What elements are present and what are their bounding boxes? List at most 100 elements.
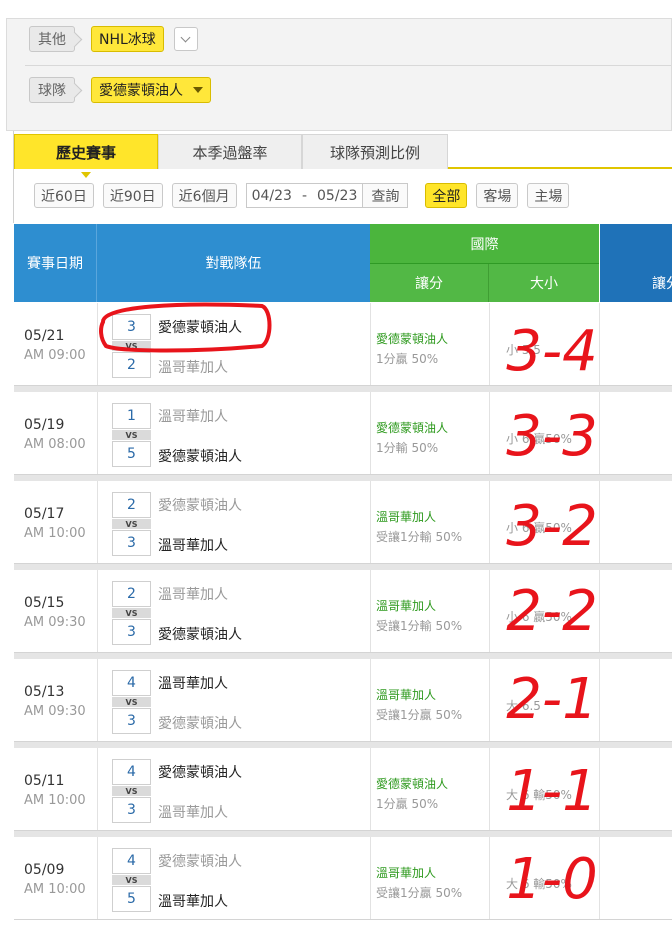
- divider: [97, 481, 98, 563]
- team-select[interactable]: 愛德蒙頓油人: [91, 77, 211, 103]
- divider: [370, 481, 371, 563]
- top-team-link[interactable]: 溫哥華加人: [158, 584, 228, 604]
- tab-team-prediction[interactable]: 球隊預測比例: [302, 134, 448, 169]
- divider: [599, 659, 600, 741]
- handicap-team: 愛德蒙頓油人: [376, 421, 449, 435]
- date-separator: -: [301, 187, 307, 204]
- filter-away-button[interactable]: 客場: [476, 183, 519, 208]
- bottom-score: 3: [112, 619, 151, 645]
- vs-label: VS: [112, 608, 151, 618]
- last-90-days-button[interactable]: 近90日: [102, 183, 163, 208]
- over-under-result: 大 6 輸50%: [506, 788, 572, 802]
- divider: [489, 481, 490, 563]
- match-row[interactable]: 05/15 AM 09:30 2 VS 3 溫哥華加人 愛德蒙頓油人 溫哥華加人 受讓1分輸 5…: [14, 570, 672, 653]
- bottom-team-link[interactable]: 溫哥華加人: [158, 802, 228, 822]
- divider: [97, 303, 98, 385]
- match-date: 05/11: [24, 773, 65, 789]
- filter-all-button[interactable]: 全部: [425, 183, 468, 208]
- filter-row-category: 其他 NHL冰球: [29, 26, 198, 52]
- bottom-score: 5: [112, 441, 151, 467]
- bottom-team-link[interactable]: 溫哥華加人: [158, 357, 228, 377]
- header-international: 國際: [370, 224, 599, 264]
- filter-row-team: 球隊 愛德蒙頓油人: [29, 77, 211, 103]
- divider: [97, 748, 98, 830]
- tab-season-cover-rate[interactable]: 本季過盤率: [158, 134, 302, 169]
- divider: [489, 392, 490, 474]
- divider: [489, 748, 490, 830]
- header-over-under: 大小: [489, 264, 599, 302]
- bottom-team-link[interactable]: 溫哥華加人: [158, 535, 228, 555]
- header-handicap: 讓分: [370, 264, 489, 302]
- bottom-team-link[interactable]: 愛德蒙頓油人: [158, 446, 242, 466]
- match-row[interactable]: 05/21 AM 09:00 3 VS 2 愛德蒙頓油人 溫哥華加人 愛德蒙頓油人 1分贏 50…: [14, 303, 672, 386]
- divider: [370, 392, 371, 474]
- top-team-link[interactable]: 愛德蒙頓油人: [158, 495, 242, 515]
- top-team-link[interactable]: 愛德蒙頓油人: [158, 851, 242, 871]
- match-date: 05/21: [24, 328, 65, 344]
- tab-history[interactable]: 歷史賽事: [14, 134, 158, 178]
- top-score: 2: [112, 581, 151, 607]
- match-row[interactable]: 05/19 AM 08:00 1 VS 5 溫哥華加人 愛德蒙頓油人 愛德蒙頓油人 1分輸 50…: [14, 392, 672, 475]
- divider: [599, 837, 600, 919]
- header-handicap-2: 讓分: [599, 264, 672, 302]
- match-row[interactable]: 05/13 AM 09:30 4 VS 3 溫哥華加人 愛德蒙頓油人 溫哥華加人 受讓1分贏 5…: [14, 659, 672, 742]
- top-score: 4: [112, 848, 151, 874]
- query-button[interactable]: 查詢: [362, 184, 408, 207]
- match-row[interactable]: 05/11 AM 10:00 4 VS 3 愛德蒙頓油人 溫哥華加人 愛德蒙頓油人 1分贏 50…: [14, 748, 672, 831]
- filter-home-button[interactable]: 主場: [527, 183, 570, 208]
- divider: [370, 303, 371, 385]
- vs-label: VS: [112, 430, 151, 440]
- divider: [599, 481, 600, 563]
- match-row[interactable]: 05/09 AM 10:00 4 VS 5 愛德蒙頓油人 溫哥華加人 溫哥華加人 受讓1分贏 5…: [14, 837, 672, 920]
- bottom-team-link[interactable]: 溫哥華加人: [158, 891, 228, 911]
- handicap-team: 溫哥華加人: [376, 599, 437, 613]
- bottom-score: 2: [112, 352, 151, 378]
- divider: [489, 837, 490, 919]
- bottom-team-link[interactable]: 愛德蒙頓油人: [158, 624, 242, 644]
- handicap-team: 溫哥華加人: [376, 866, 437, 880]
- over-under-result: 小 6 贏50%: [506, 521, 572, 535]
- handicap-result: 1分輸 50%: [376, 441, 439, 455]
- page: 其他 NHL冰球 球隊 愛德蒙頓油人 歷史賽事 本季過盤率 球隊預測比例 近60…: [0, 0, 672, 936]
- top-score: 4: [112, 670, 151, 696]
- range-filter-bar: 近60日 近90日 近6個月 04/23 - 05/23 查詢 全部 客場 主場: [34, 183, 578, 208]
- divider: [97, 659, 98, 741]
- match-date: 05/09: [24, 862, 65, 878]
- date-to[interactable]: 05/23: [312, 188, 362, 204]
- match-time: AM 09:30: [24, 615, 86, 630]
- handicap-result: 受讓1分贏 50%: [376, 886, 463, 900]
- bottom-score: 3: [112, 708, 151, 734]
- last-6-months-button[interactable]: 近6個月: [171, 183, 237, 208]
- handicap-result: 1分贏 50%: [376, 352, 439, 366]
- bottom-score: 5: [112, 886, 151, 912]
- top-team-link[interactable]: 溫哥華加人: [158, 673, 228, 693]
- last-60-days-button[interactable]: 近60日: [34, 183, 94, 208]
- top-team-link[interactable]: 愛德蒙頓油人: [158, 762, 242, 782]
- top-team-link[interactable]: 溫哥華加人: [158, 406, 228, 426]
- divider: [489, 659, 490, 741]
- header-date: 賽事日期: [14, 224, 97, 302]
- match-row[interactable]: 05/17 AM 10:00 2 VS 3 愛德蒙頓油人 溫哥華加人 溫哥華加人 受讓1分輸 5…: [14, 481, 672, 564]
- match-time: AM 09:00: [24, 348, 86, 363]
- date-from[interactable]: 04/23: [247, 188, 297, 204]
- vs-label: VS: [112, 697, 151, 707]
- divider: [97, 392, 98, 474]
- match-date: 05/19: [24, 417, 65, 433]
- vs-label: VS: [112, 786, 151, 796]
- over-under-result: 小 5.5: [506, 343, 541, 357]
- divider: [97, 837, 98, 919]
- league-dropdown-button[interactable]: [173, 27, 198, 51]
- divider: [599, 303, 600, 385]
- match-time: AM 10:00: [24, 882, 86, 897]
- tab-bar: 歷史賽事 本季過盤率 球隊預測比例: [14, 134, 672, 178]
- date-range-field[interactable]: 04/23 - 05/23 查詢: [245, 183, 409, 208]
- team-select-value: 愛德蒙頓油人: [99, 83, 183, 99]
- match-time: AM 09:30: [24, 704, 86, 719]
- league-chip-nhl[interactable]: NHL冰球: [91, 26, 164, 52]
- divider: [25, 65, 671, 66]
- top-team-link[interactable]: 愛德蒙頓油人: [158, 317, 242, 337]
- top-score: 3: [112, 314, 151, 340]
- header-other-provider: [599, 224, 672, 264]
- bottom-team-link[interactable]: 愛德蒙頓油人: [158, 713, 242, 733]
- chevron-down-icon: [180, 32, 191, 42]
